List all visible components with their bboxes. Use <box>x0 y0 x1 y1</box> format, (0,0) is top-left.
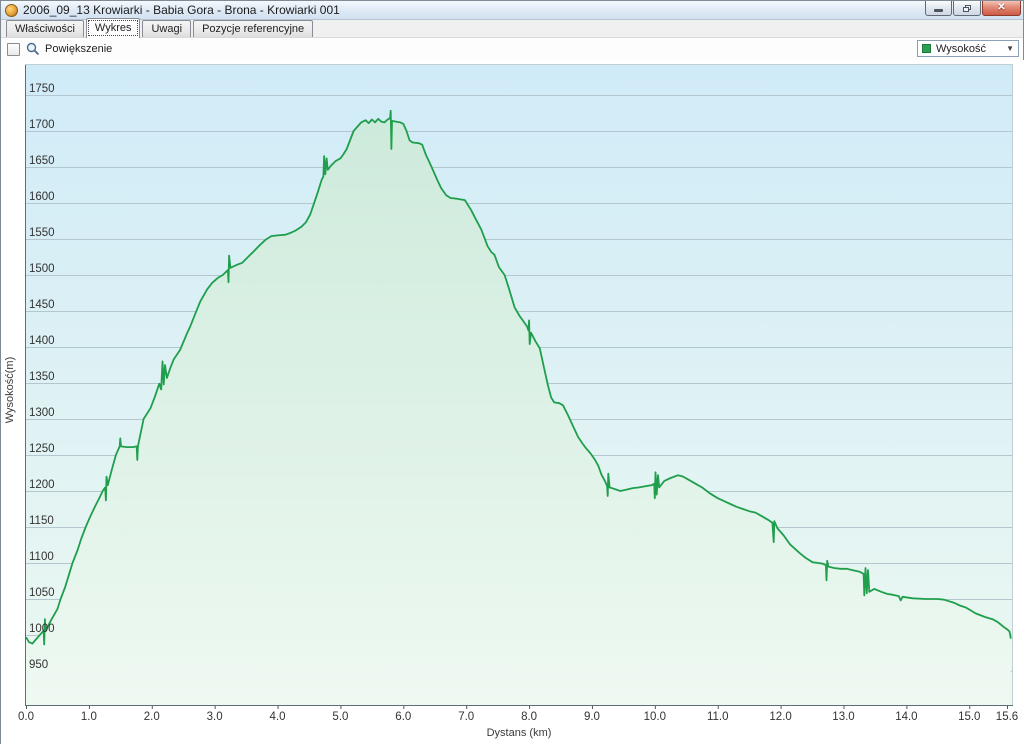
svg-text:1550: 1550 <box>29 227 55 239</box>
svg-text:6.0: 6.0 <box>395 711 411 723</box>
elevation-chart[interactable]: 950 1000 1050 1100 1150 1200 1250 1300 1350 1400 1… <box>1 60 1024 745</box>
title-bar: 2006_09_13 Krowiarki - Babia Gora - Bron… <box>1 1 1023 20</box>
svg-text:1700: 1700 <box>29 119 55 131</box>
minimize-icon <box>934 9 943 12</box>
svg-text:7.0: 7.0 <box>458 711 474 723</box>
toolbar: Powiększenie Wysokość ▼ <box>1 38 1023 60</box>
close-icon: ✕ <box>997 3 1005 13</box>
chevron-down-icon: ▼ <box>1006 44 1014 53</box>
zoom-label: Powiększenie <box>45 43 112 55</box>
tab-wlasciwosci[interactable]: Właściwości <box>6 20 84 37</box>
tab-wykres[interactable]: Wykres <box>86 18 141 38</box>
window-title: 2006_09_13 Krowiarki - Babia Gora - Bron… <box>23 3 340 17</box>
svg-text:1750: 1750 <box>29 83 55 95</box>
x-axis-labels: 0.0 1.0 2.0 3.0 4.0 5.0 6.0 7.0 8.0 9.0 10.0 11.0 12… <box>18 705 1018 723</box>
svg-text:1600: 1600 <box>29 191 55 203</box>
svg-text:950: 950 <box>29 659 48 671</box>
svg-text:2.0: 2.0 <box>144 711 160 723</box>
svg-text:1150: 1150 <box>29 515 54 527</box>
y-axis-title: Wysokość(m) <box>4 357 16 424</box>
zoom-checkbox[interactable] <box>7 43 20 56</box>
svg-text:14.0: 14.0 <box>895 711 917 723</box>
series-select-value: Wysokość <box>936 43 986 55</box>
magnifier-icon <box>26 42 40 56</box>
svg-text:15.6: 15.6 <box>996 711 1018 723</box>
svg-text:1050: 1050 <box>29 587 55 599</box>
app-icon <box>5 4 18 17</box>
svg-text:4.0: 4.0 <box>270 711 286 723</box>
svg-text:1400: 1400 <box>29 335 55 347</box>
svg-text:11.0: 11.0 <box>707 711 729 723</box>
svg-text:3.0: 3.0 <box>207 711 223 723</box>
svg-text:1100: 1100 <box>29 551 54 563</box>
tab-pozycje-referencyjne[interactable]: Pozycje referencyjne <box>193 20 313 37</box>
minimize-button[interactable] <box>925 1 952 16</box>
svg-text:1200: 1200 <box>29 479 55 491</box>
svg-text:5.0: 5.0 <box>332 711 348 723</box>
svg-text:1650: 1650 <box>29 155 55 167</box>
svg-text:13.0: 13.0 <box>832 711 854 723</box>
svg-text:1350: 1350 <box>29 371 55 383</box>
svg-text:1500: 1500 <box>29 263 55 275</box>
tab-uwagi[interactable]: Uwagi <box>142 20 191 37</box>
svg-text:0.0: 0.0 <box>18 711 34 723</box>
close-button[interactable]: ✕ <box>982 1 1021 16</box>
restore-icon <box>963 5 971 12</box>
window-buttons: ✕ <box>924 1 1021 16</box>
x-axis-title: Dystans (km) <box>487 727 552 739</box>
restore-button[interactable] <box>953 1 981 16</box>
svg-text:1000: 1000 <box>29 623 55 635</box>
svg-text:10.0: 10.0 <box>644 711 666 723</box>
series-select[interactable]: Wysokość ▼ <box>917 40 1019 57</box>
svg-text:1450: 1450 <box>29 299 55 311</box>
svg-text:8.0: 8.0 <box>521 711 537 723</box>
app-window: 2006_09_13 Krowiarki - Babia Gora - Bron… <box>0 0 1024 744</box>
svg-text:1300: 1300 <box>29 407 55 419</box>
svg-text:9.0: 9.0 <box>584 711 600 723</box>
svg-text:15.0: 15.0 <box>958 711 980 723</box>
chart-area: 950 1000 1050 1100 1150 1200 1250 1300 1350 1400 1… <box>1 60 1024 745</box>
tab-bar: WłaściwościWykresUwagiPozycje referencyj… <box>1 20 1023 38</box>
svg-text:12.0: 12.0 <box>769 711 791 723</box>
series-color-swatch <box>922 44 931 53</box>
svg-text:1250: 1250 <box>29 443 55 455</box>
svg-text:1.0: 1.0 <box>81 711 97 723</box>
